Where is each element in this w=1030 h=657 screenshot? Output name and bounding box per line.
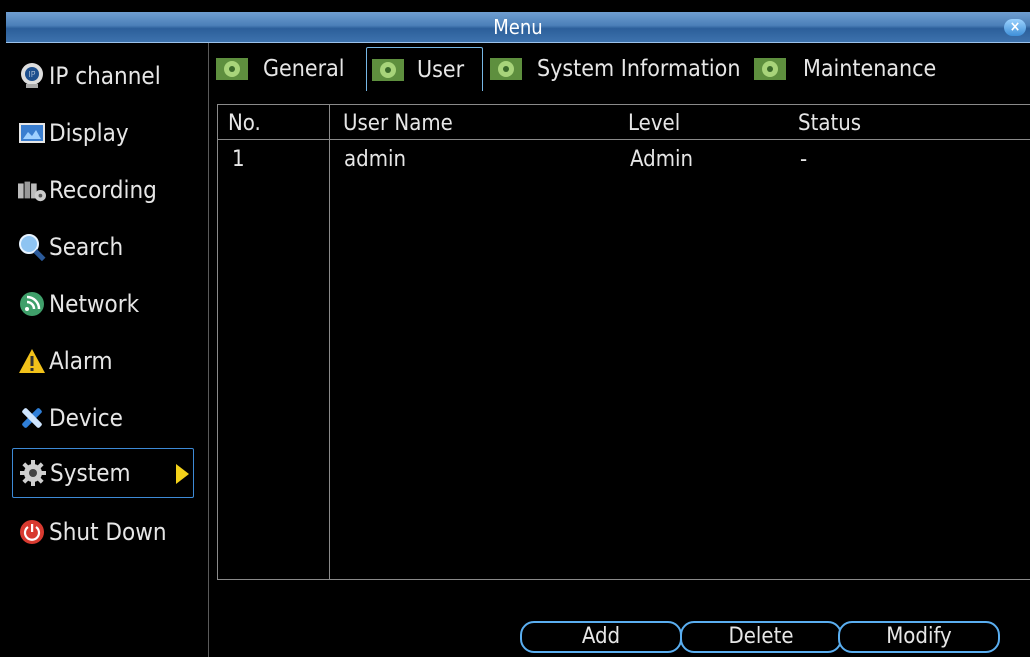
sidebar-item-shut-down[interactable]: Shut Down (12, 507, 194, 557)
window-title: Menu (493, 15, 543, 39)
settings-icon (372, 58, 404, 81)
power-icon (18, 518, 46, 546)
user-table: No. User Name Level Status 1 admin Admin… (217, 104, 1030, 580)
modify-button[interactable]: Modify (838, 621, 1000, 653)
tab-label: User (417, 56, 465, 83)
search-icon (18, 233, 46, 261)
delete-button[interactable]: Delete (680, 621, 842, 653)
settings-icon (754, 58, 786, 80)
sidebar-item-device[interactable]: Device (12, 393, 194, 443)
svg-text:IP: IP (28, 70, 35, 79)
sidebar-item-search[interactable]: Search (12, 222, 194, 272)
cell-user-name: admin (344, 147, 407, 172)
header-divider (218, 139, 1030, 140)
sidebar-item-label: Alarm (49, 347, 113, 375)
ip-channel-icon: IP (18, 62, 46, 90)
cell-status: - (800, 147, 808, 172)
sidebar-item-label: Search (49, 233, 124, 261)
cell-level: Admin (630, 147, 694, 172)
chevron-right-icon (176, 464, 189, 484)
display-icon (18, 119, 46, 147)
cell-no: 1 (232, 147, 245, 172)
sidebar-item-label: System (50, 459, 131, 487)
column-header-status: Status (798, 111, 862, 136)
alarm-icon (18, 347, 46, 375)
recording-icon (18, 176, 46, 204)
sidebar-item-label: IP channel (49, 62, 161, 90)
network-icon (18, 290, 46, 318)
column-header-no: No. (228, 111, 261, 136)
sidebar-item-network[interactable]: Network (12, 279, 194, 329)
tab-user[interactable]: User (366, 47, 483, 91)
column-header-level: Level (628, 111, 681, 136)
sidebar-item-label: Shut Down (49, 518, 167, 546)
title-bar: Menu × (6, 12, 1030, 43)
tab-bar: General User System Information Maintena… (209, 43, 1030, 93)
settings-icon (490, 58, 522, 80)
sidebar-item-recording[interactable]: Recording (12, 165, 194, 215)
sidebar-item-system[interactable]: System (12, 448, 194, 498)
settings-icon (216, 58, 248, 80)
close-button[interactable]: × (1004, 19, 1026, 36)
tab-label: System Information (537, 56, 741, 82)
column-divider (329, 105, 330, 579)
device-icon (18, 404, 46, 432)
sidebar-item-alarm[interactable]: Alarm (12, 336, 194, 386)
gear-icon (19, 459, 47, 487)
tab-label: General (263, 56, 345, 82)
column-header-user-name: User Name (343, 111, 453, 136)
add-button[interactable]: Add (520, 621, 682, 653)
tab-system-information[interactable]: System Information (485, 47, 743, 91)
tab-label: Maintenance (803, 56, 937, 82)
sidebar-item-label: Display (49, 119, 129, 147)
tab-general[interactable]: General (209, 47, 357, 91)
tab-maintenance[interactable]: Maintenance (749, 47, 949, 91)
sidebar-item-label: Device (49, 404, 123, 432)
sidebar-item-ip-channel[interactable]: IP IP channel (12, 51, 194, 101)
sidebar: IP IP channel Display Recording Search N… (6, 43, 209, 657)
sidebar-item-display[interactable]: Display (12, 108, 194, 158)
sidebar-item-label: Network (49, 290, 140, 318)
sidebar-item-label: Recording (49, 176, 157, 204)
